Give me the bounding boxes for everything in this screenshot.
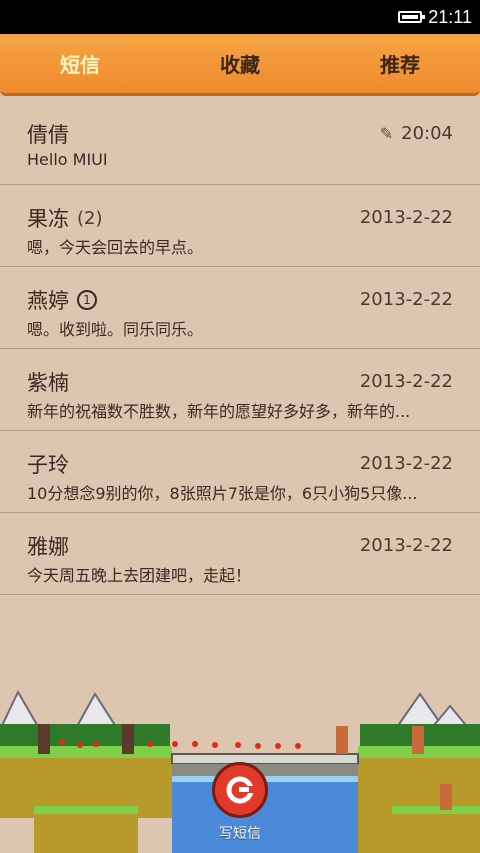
compose-label: 写短信 <box>219 826 261 842</box>
message-preview: Hello MIUI <box>27 150 108 169</box>
draft-pencil-icon: ✎ <box>379 124 394 143</box>
contact-name: 燕婷 1 <box>27 285 97 315</box>
status-bar: 21:11 <box>0 0 480 34</box>
message-preview: 10分想念9别的你，8张照片7张是你，6只小狗5只像... <box>27 484 418 503</box>
contact-name: 雅娜 <box>27 535 69 559</box>
conversation-list: 倩倩 ✎ 20:04 Hello MIUI 果冻 (2) 2013-2-22 嗯… <box>0 101 480 595</box>
contact-name: 倩倩 <box>27 123 69 147</box>
message-date: 2013-2-22 <box>359 289 453 310</box>
conversation-row[interactable]: 紫楠 2013-2-22 新年的祝福数不胜数，新年的愿望好多好多，新年的... <box>0 349 480 431</box>
contact-name: 紫楠 <box>27 371 69 395</box>
conversation-row[interactable]: 果冻 (2) 2013-2-22 嗯，今天会回去的早点。 <box>0 185 480 267</box>
message-time: 20:04 <box>401 123 453 144</box>
message-date: 2013-2-22 <box>359 453 453 474</box>
message-date: 2013-2-22 <box>359 207 453 228</box>
message-preview: 今天周五晚上去团建吧，走起！ <box>27 566 252 585</box>
message-date: 2013-2-22 <box>359 535 453 556</box>
status-time: 21:11 <box>428 6 472 27</box>
message-date: 2013-2-22 <box>359 371 453 392</box>
message-count: (2) <box>77 207 103 229</box>
message-preview: 嗯，今天会回去的早点。 <box>27 238 204 257</box>
tab-bar: 短信 收藏 推荐 <box>0 34 480 96</box>
conversation-row[interactable]: 子玲 2013-2-22 10分想念9别的你，8张照片7张是你，6只小狗5只像.… <box>0 431 480 513</box>
contact-name: 子玲 <box>27 453 69 477</box>
conversation-row[interactable]: 倩倩 ✎ 20:04 Hello MIUI <box>0 101 480 185</box>
tab-favorites[interactable]: 收藏 <box>160 34 320 93</box>
tab-recommend[interactable]: 推荐 <box>320 34 480 93</box>
tab-messages[interactable]: 短信 <box>0 34 160 93</box>
message-preview: 嗯。收到啦。同乐同乐。 <box>27 320 204 339</box>
contact-name: 果冻 (2) <box>27 207 103 231</box>
compose-icon <box>226 776 254 804</box>
conversation-row[interactable]: 雅娜 2013-2-22 今天周五晚上去团建吧，走起！ <box>0 513 480 595</box>
conversation-row[interactable]: 燕婷 1 2013-2-22 嗯。收到啦。同乐同乐。 <box>0 267 480 349</box>
battery-full-icon <box>398 11 426 23</box>
message-preview: 新年的祝福数不胜数，新年的愿望好多好多，新年的... <box>27 402 411 421</box>
unread-badge: 1 <box>77 290 97 310</box>
compose-button[interactable] <box>212 762 268 818</box>
